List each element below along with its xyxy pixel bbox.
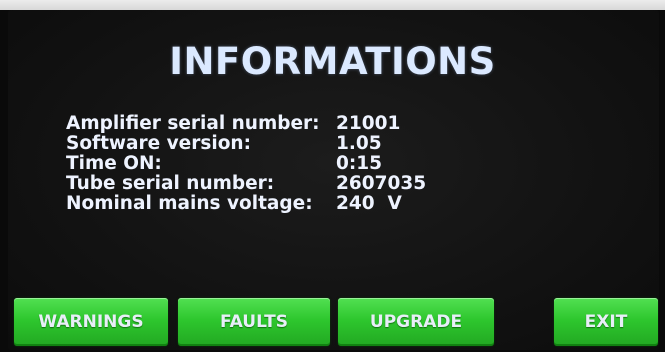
exit-button[interactable]: EXIT	[554, 298, 658, 346]
bezel-top-edge	[0, 0, 665, 10]
upgrade-button[interactable]: UPGRADE	[338, 298, 494, 346]
device-bezel: INFORMATIONS Amplifier serial number: 21…	[0, 0, 665, 352]
button-bar: WARNINGS FAULTS UPGRADE EXIT	[8, 10, 659, 350]
faults-button[interactable]: FAULTS	[178, 298, 330, 346]
warnings-button[interactable]: WARNINGS	[14, 298, 168, 346]
display-screen: INFORMATIONS Amplifier serial number: 21…	[8, 10, 659, 350]
